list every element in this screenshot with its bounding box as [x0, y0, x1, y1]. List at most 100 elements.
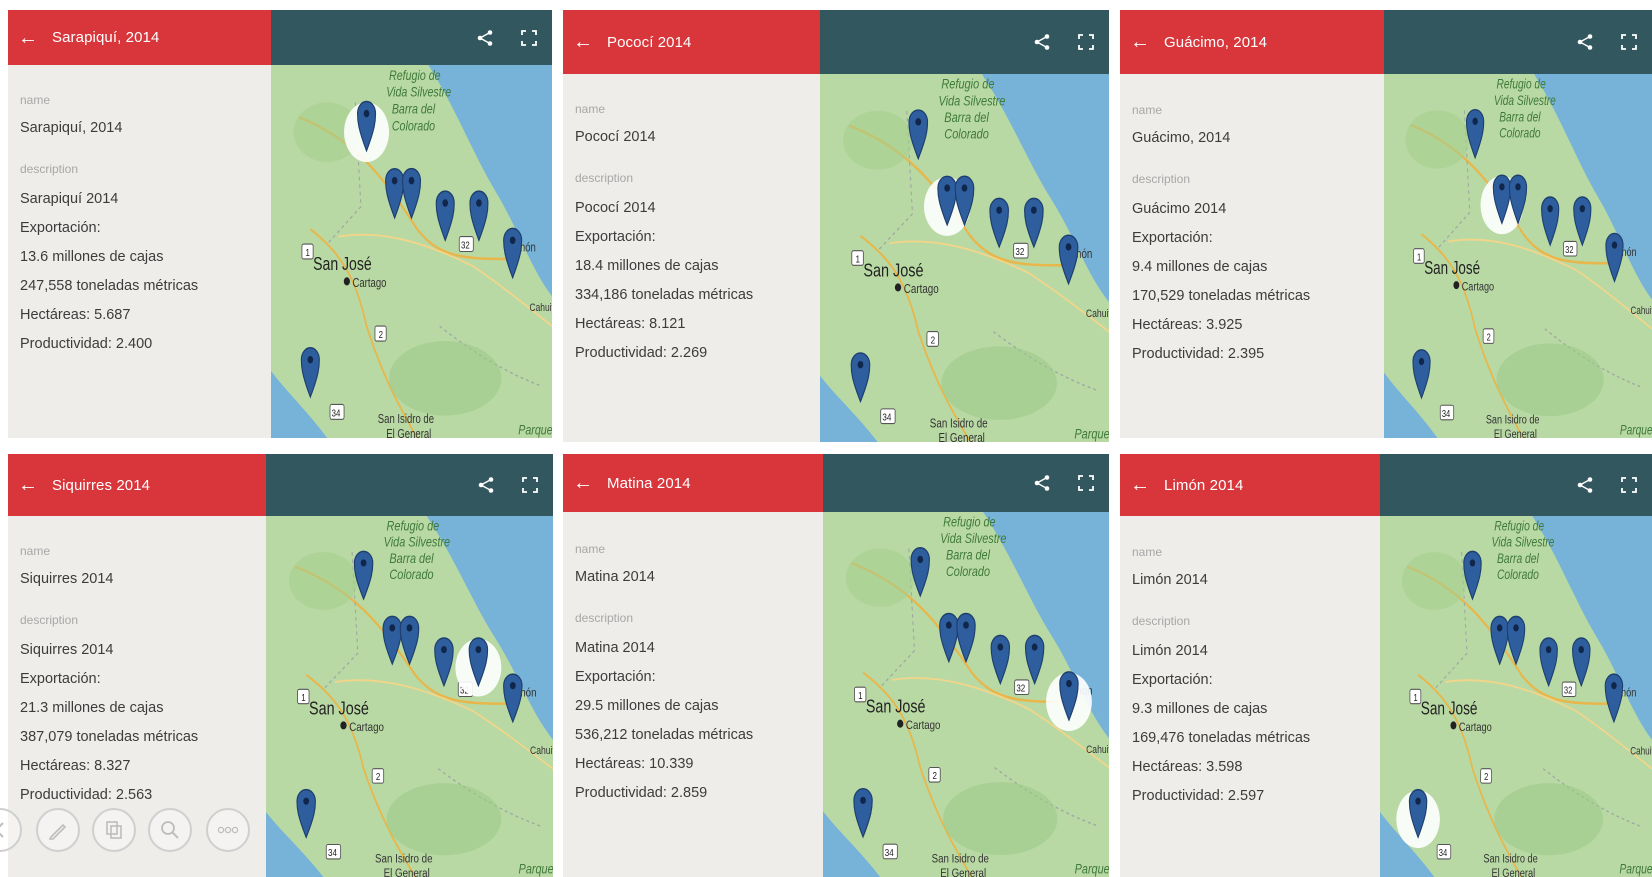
description-line: Productividad: 2.269: [575, 345, 708, 361]
svg-text:San José: San José: [863, 260, 923, 281]
svg-text:Vida Silvestre: Vida Silvestre: [384, 535, 450, 550]
svg-text:Cahuita: Cahuita: [1086, 744, 1109, 756]
svg-text:1: 1: [306, 247, 310, 258]
navigation-icon[interactable]: [0, 808, 22, 852]
svg-text:2: 2: [1484, 771, 1488, 782]
svg-text:Cahuita: Cahuita: [530, 745, 553, 757]
map-view[interactable]: Refugio de Vida Silvestre Barra del Colo…: [271, 65, 552, 438]
svg-text:Refugio de: Refugio de: [943, 514, 996, 530]
description-line: Matina 2014: [575, 640, 655, 656]
share-icon[interactable]: [1031, 472, 1053, 494]
arrow-left-icon[interactable]: ←: [573, 473, 593, 493]
svg-text:San Isidro de: San Isidro de: [1483, 852, 1537, 866]
description-label: description: [575, 171, 634, 185]
map-canvas[interactable]: Refugio de Vida Silvestre Barra del Colo…: [266, 516, 553, 877]
map-canvas[interactable]: Refugio de Vida Silvestre Barra del Colo…: [820, 74, 1109, 442]
arrow-left-icon[interactable]: ←: [573, 32, 593, 52]
arrow-left-icon[interactable]: ←: [1130, 32, 1150, 52]
map-view[interactable]: Refugio de Vida Silvestre Barra del Colo…: [266, 516, 553, 877]
detail-panel: ← Matina 2014 name Matina 2014 descripti…: [563, 454, 1109, 877]
svg-text:Vida Silvestre: Vida Silvestre: [938, 93, 1005, 109]
name-value: Limón 2014: [1132, 572, 1208, 588]
map-toolbar: [1380, 454, 1652, 516]
fullscreen-icon[interactable]: [1075, 472, 1097, 494]
name-label: name: [575, 102, 606, 116]
arrow-left-icon[interactable]: ←: [18, 28, 38, 48]
map-view[interactable]: Refugio de Vida Silvestre Barra del Colo…: [820, 74, 1109, 442]
svg-text:Parque: Parque: [1074, 426, 1109, 442]
svg-text:Refugio de: Refugio de: [389, 67, 441, 83]
svg-text:1: 1: [1413, 692, 1417, 703]
fullscreen-icon[interactable]: [518, 27, 540, 49]
svg-text:San Isidro de: San Isidro de: [375, 853, 432, 866]
description-label: description: [575, 611, 634, 625]
description-line: Productividad: 2.395: [1132, 346, 1265, 362]
map-view[interactable]: Refugio de Vida Silvestre Barra del Colo…: [823, 512, 1109, 877]
name-value: Siquirres 2014: [20, 571, 114, 587]
svg-text:2: 2: [376, 771, 380, 782]
svg-text:Refugio de: Refugio de: [387, 518, 440, 533]
svg-text:32: 32: [1016, 683, 1025, 694]
svg-text:Colorado: Colorado: [1497, 567, 1539, 583]
svg-text:Colorado: Colorado: [389, 567, 433, 582]
map-canvas[interactable]: Refugio de Vida Silvestre Barra del Colo…: [1384, 74, 1652, 438]
svg-text:Barra del: Barra del: [946, 547, 991, 563]
fullscreen-icon[interactable]: [1075, 31, 1097, 53]
description-line: 21.3 millones de cajas: [20, 700, 164, 716]
svg-text:Barra del: Barra del: [1499, 109, 1541, 125]
svg-text:Cartago: Cartago: [904, 283, 939, 296]
fullscreen-icon[interactable]: [519, 474, 541, 496]
description-line: Exportación:: [575, 229, 656, 245]
svg-text:2: 2: [931, 334, 936, 345]
svg-text:Refugio de: Refugio de: [1497, 76, 1546, 92]
svg-text:Vida Silvestre: Vida Silvestre: [386, 84, 451, 100]
description-line: 13.6 millones de cajas: [20, 249, 164, 265]
panel-title: Siquirres 2014: [52, 476, 151, 494]
pen-icon[interactable]: [36, 808, 80, 852]
share-icon[interactable]: [475, 474, 497, 496]
arrow-left-icon[interactable]: ←: [18, 475, 38, 495]
map-canvas[interactable]: Refugio de Vida Silvestre Barra del Colo…: [1380, 516, 1652, 877]
svg-text:Colorado: Colorado: [944, 126, 989, 142]
panel-header: ← Matina 2014: [563, 454, 823, 512]
svg-text:Barra del: Barra del: [392, 101, 436, 117]
description-value: Guácimo 2014 Exportación: 9.4 millones de …: [1132, 195, 1376, 369]
panel-title: Sarapiquí, 2014: [52, 29, 160, 46]
map-canvas[interactable]: Refugio de Vida Silvestre Barra del Colo…: [823, 512, 1109, 877]
map-canvas[interactable]: Refugio de Vida Silvestre Barra del Colo…: [271, 65, 552, 438]
more-icon[interactable]: [206, 808, 250, 852]
share-icon[interactable]: [474, 27, 496, 49]
search-icon[interactable]: [148, 808, 192, 852]
share-icon[interactable]: [1031, 31, 1053, 53]
description-value: Sarapiquí 2014 Exportación: 13.6 millones …: [20, 185, 263, 359]
svg-text:El General: El General: [1492, 867, 1536, 877]
panel-header: ← Limón 2014: [1120, 454, 1380, 516]
info-section: name Guácimo, 2014 description Guácimo 2…: [1132, 103, 1376, 369]
description-line: Pococí 2014: [575, 200, 656, 216]
svg-text:Parque: Parque: [519, 861, 553, 876]
svg-text:San José: San José: [1421, 700, 1478, 719]
map-view[interactable]: Refugio de Vida Silvestre Barra del Colo…: [1384, 74, 1652, 438]
bottom-toolbar: [0, 808, 260, 877]
description-label: description: [1132, 172, 1191, 186]
description-line: 9.3 millones de cajas: [1132, 701, 1268, 717]
map-view[interactable]: Refugio de Vida Silvestre Barra del Colo…: [1380, 516, 1652, 877]
svg-text:Vida Silvestre: Vida Silvestre: [1492, 534, 1555, 550]
arrow-left-icon[interactable]: ←: [1130, 475, 1150, 495]
svg-text:34: 34: [885, 847, 894, 858]
map-toolbar: [820, 10, 1109, 74]
svg-text:Colorado: Colorado: [946, 564, 990, 580]
copy-icon[interactable]: [92, 808, 136, 852]
detail-panel: ← Pococí 2014 name Pococí 2014 descripti…: [563, 10, 1109, 442]
panel-title: Limón 2014: [1164, 476, 1244, 494]
share-icon[interactable]: [1574, 31, 1596, 53]
fullscreen-icon[interactable]: [1618, 31, 1640, 53]
svg-text:Cahuita: Cahuita: [1086, 308, 1109, 320]
svg-text:Vida Silvestre: Vida Silvestre: [1494, 92, 1556, 108]
fullscreen-icon[interactable]: [1618, 474, 1640, 496]
svg-text:El General: El General: [938, 432, 984, 442]
description-line: Hectáreas: 8.327: [20, 758, 131, 774]
svg-text:2: 2: [379, 329, 383, 340]
svg-text:Cartago: Cartago: [1462, 280, 1494, 294]
share-icon[interactable]: [1574, 474, 1596, 496]
